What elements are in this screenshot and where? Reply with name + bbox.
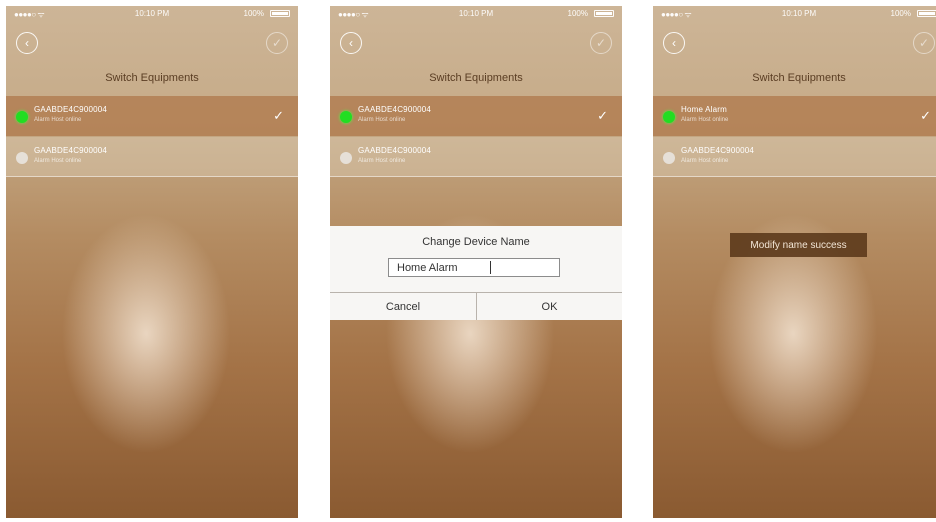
device-row[interactable]: GAABDE4C900004 Alarm Host online <box>330 137 622 177</box>
success-toast: Modify name success <box>730 233 867 257</box>
device-row-selected[interactable]: GAABDE4C900004 Alarm Host online ✓ <box>6 96 298 136</box>
selected-check-icon: ✓ <box>273 108 284 123</box>
battery-icon <box>917 10 936 17</box>
cancel-button[interactable]: Cancel <box>330 293 476 320</box>
online-status-dot <box>663 111 675 123</box>
checkmark-circle-icon: ✓ <box>271 36 283 50</box>
dialog-title: Change Device Name <box>422 236 530 248</box>
device-name: GAABDE4C900004 <box>358 146 432 155</box>
back-arrow-icon: ‹ <box>349 36 353 50</box>
device-subtitle: Alarm Host online <box>681 117 729 123</box>
rename-dialog: Change Device Name Cancel OK <box>330 226 622 320</box>
selected-check-icon: ✓ <box>597 108 608 123</box>
back-button[interactable]: ‹ <box>663 32 685 54</box>
status-bar: ●●●●○ ᯤ 10:10 PM 100% <box>653 6 936 22</box>
online-status-dot <box>340 111 352 123</box>
offline-status-dot <box>663 152 675 164</box>
back-button[interactable]: ‹ <box>16 32 38 54</box>
device-name: GAABDE4C900004 <box>681 146 755 155</box>
battery-percent: 100% <box>567 9 588 18</box>
back-button[interactable]: ‹ <box>340 32 362 54</box>
back-arrow-icon: ‹ <box>25 36 29 50</box>
page-title: Switch Equipments <box>105 72 199 84</box>
device-row[interactable]: GAABDE4C900004 Alarm Host online <box>653 137 936 177</box>
phone-screen-1: ●●●●○ ᯤ 10:10 PM 100% ‹ ✓ Switch Equipme… <box>6 6 298 518</box>
battery-percent: 100% <box>243 9 264 18</box>
offline-status-dot <box>16 152 28 164</box>
battery-icon <box>270 10 290 17</box>
device-name: GAABDE4C900004 <box>34 146 108 155</box>
online-status-dot <box>16 111 28 123</box>
device-name: GAABDE4C900004 <box>358 105 432 114</box>
offline-status-dot <box>340 152 352 164</box>
device-subtitle: Alarm Host online <box>358 158 406 164</box>
checkmark-circle-icon: ✓ <box>595 36 607 50</box>
text-cursor <box>490 261 491 274</box>
status-bar: ●●●●○ ᯤ 10:10 PM 100% <box>330 6 622 22</box>
page-title: Switch Equipments <box>752 72 846 84</box>
device-subtitle: Alarm Host online <box>681 158 729 164</box>
device-row-selected[interactable]: GAABDE4C900004 Alarm Host online ✓ <box>330 96 622 136</box>
phone-screen-2: ●●●●○ ᯤ 10:10 PM 100% ‹ ✓ Switch Equipme… <box>330 6 622 518</box>
confirm-button[interactable]: ✓ <box>590 32 612 54</box>
device-subtitle: Alarm Host online <box>358 117 406 123</box>
confirm-button[interactable]: ✓ <box>913 32 935 54</box>
device-row-selected[interactable]: Home Alarm Alarm Host online ✓ <box>653 96 936 136</box>
back-arrow-icon: ‹ <box>672 36 676 50</box>
screens-stage: ●●●●○ ᯤ 10:10 PM 100% ‹ ✓ Switch Equipme… <box>0 0 936 522</box>
ok-button[interactable]: OK <box>476 293 622 320</box>
device-subtitle: Alarm Host online <box>34 158 82 164</box>
device-row[interactable]: GAABDE4C900004 Alarm Host online <box>6 137 298 177</box>
device-name-input[interactable] <box>388 258 560 277</box>
device-name: Home Alarm <box>681 105 728 114</box>
page-title: Switch Equipments <box>429 72 523 84</box>
phone-screen-3: ●●●●○ ᯤ 10:10 PM 100% ‹ ✓ Switch Equipme… <box>653 6 936 518</box>
confirm-button[interactable]: ✓ <box>266 32 288 54</box>
checkmark-circle-icon: ✓ <box>918 36 930 50</box>
device-name: GAABDE4C900004 <box>34 105 108 114</box>
status-bar: ●●●●○ ᯤ 10:10 PM 100% <box>6 6 298 22</box>
battery-percent: 100% <box>890 9 911 18</box>
device-subtitle: Alarm Host online <box>34 117 82 123</box>
battery-icon <box>594 10 614 17</box>
selected-check-icon: ✓ <box>920 108 931 123</box>
